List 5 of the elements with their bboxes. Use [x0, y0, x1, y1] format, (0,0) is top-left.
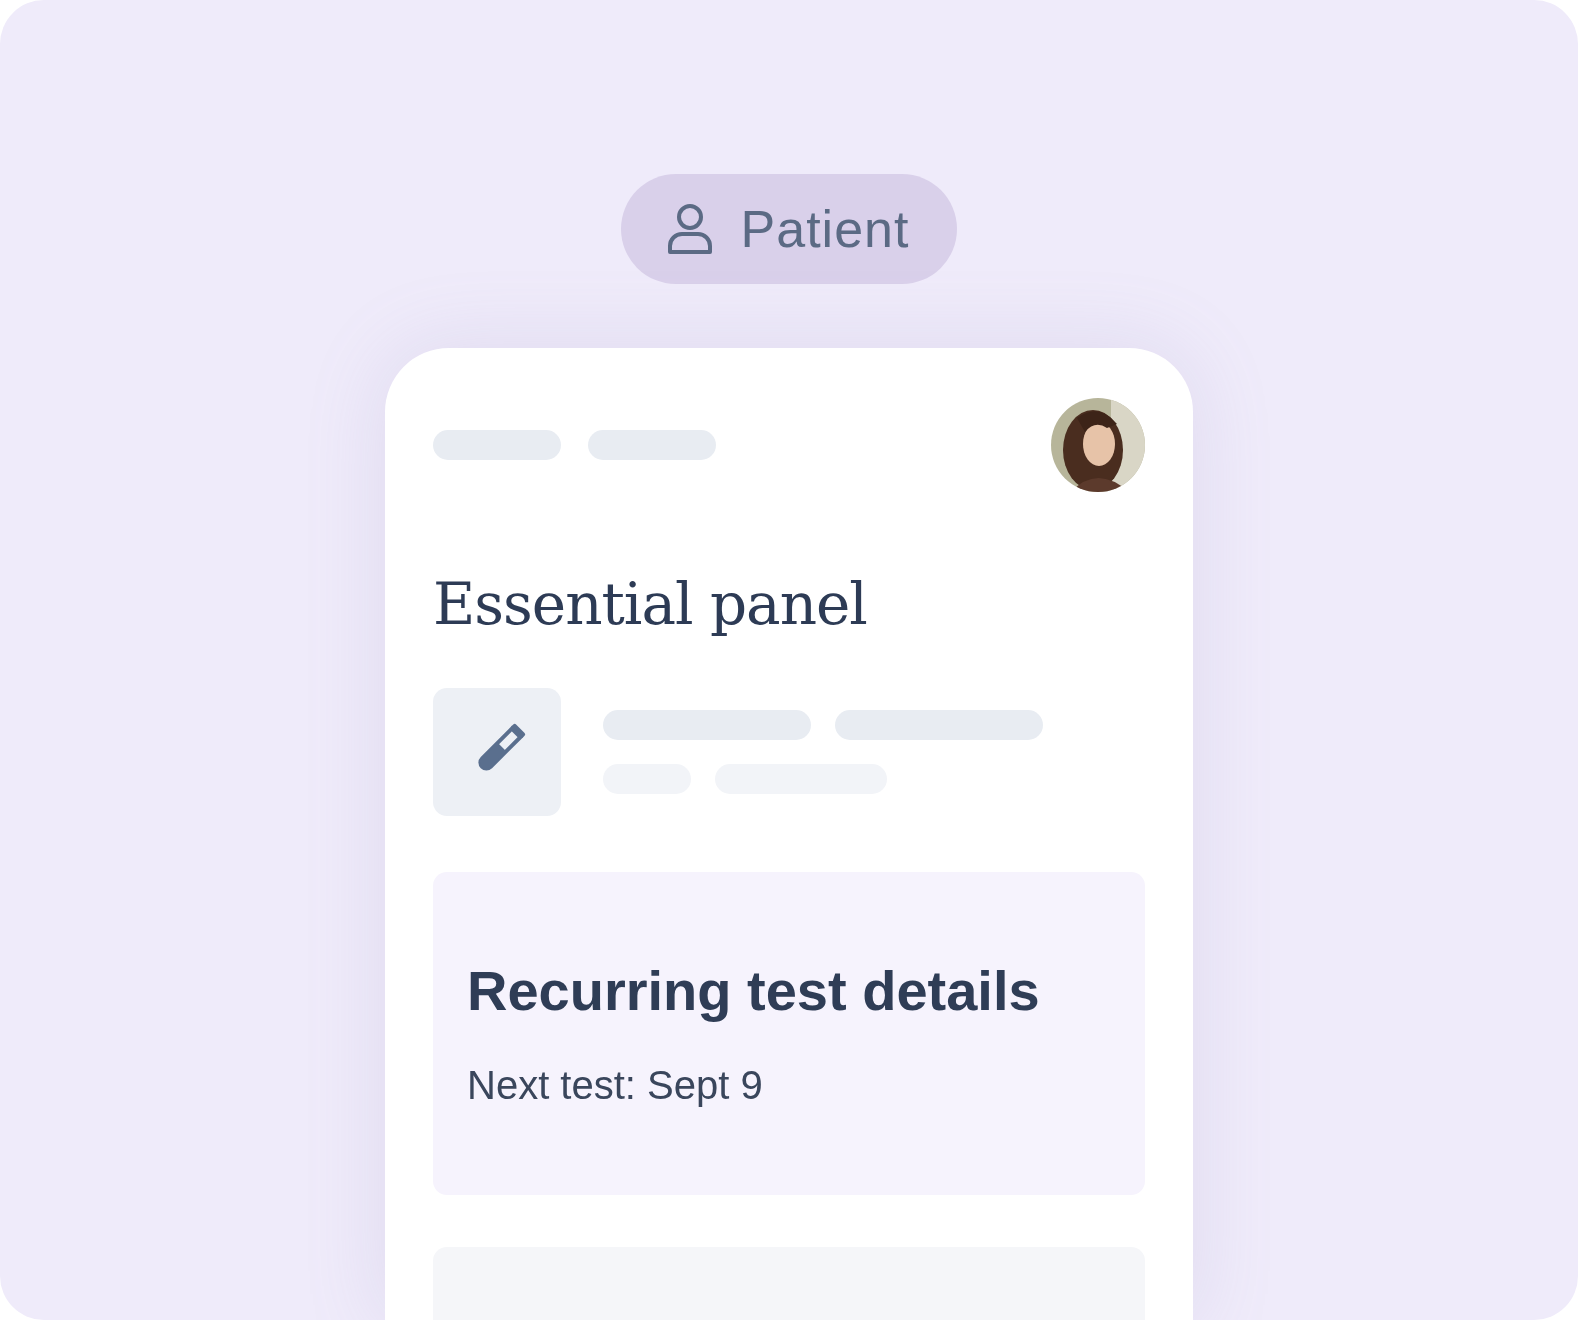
panel-title: Essential panel [433, 570, 868, 638]
next-test-text: Next test: Sept 9 [467, 1063, 764, 1108]
person-icon [666, 203, 713, 255]
badge-label: Patient [740, 199, 910, 259]
card-title: Recurring test details [467, 958, 1041, 1023]
